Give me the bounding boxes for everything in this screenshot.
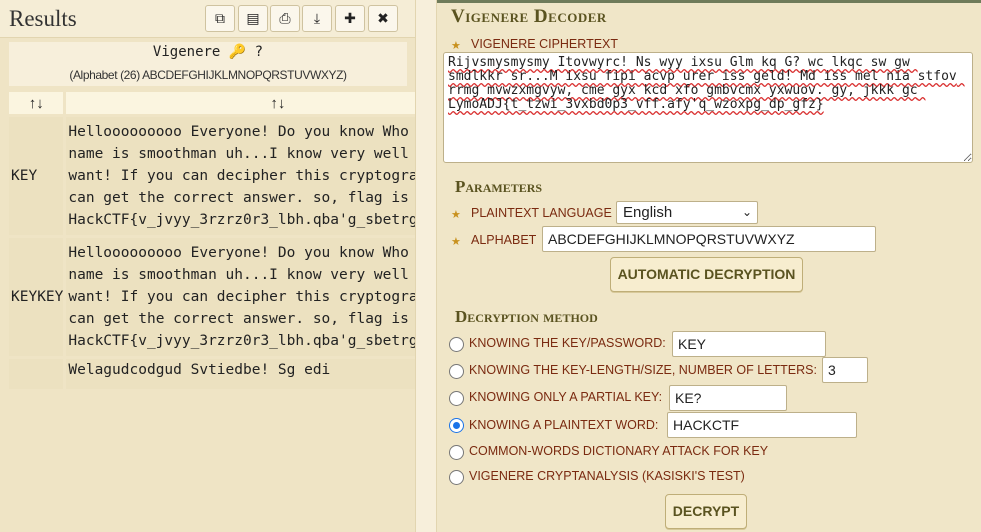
- method-partial-key-label: Knowing only a partial key:: [469, 390, 663, 404]
- method-partial-key-radio[interactable]: [449, 391, 464, 406]
- print-icon: ⎙: [279, 10, 291, 26]
- ciphertext-label: Vigenere ciphertext: [471, 37, 619, 51]
- results-header: Results ⧉ ▤ ⎙ ⤓ ✚ ✖: [0, 0, 415, 38]
- close-icon: ✖: [377, 10, 389, 26]
- pin-icon: ✚: [344, 10, 356, 26]
- result-key: KEY: [9, 117, 64, 235]
- automatic-decryption-button[interactable]: AUTOMATIC DECRYPTION: [610, 257, 803, 292]
- key-length-input[interactable]: 3: [822, 357, 868, 383]
- copy-button[interactable]: ⧉: [205, 5, 235, 32]
- method-key-label: Knowing the key/password:: [469, 336, 666, 350]
- method-plaintext-word-radio[interactable]: [449, 418, 464, 433]
- decoder-panel: Vigenere Decoder ★ Vigenere ciphertext R…: [437, 0, 981, 532]
- result-key: [9, 359, 64, 389]
- required-star-icon: ★: [451, 209, 461, 221]
- method-dictionary-radio[interactable]: [449, 445, 464, 460]
- archive-button[interactable]: ▤: [238, 5, 268, 32]
- method-key-length-radio[interactable]: [449, 364, 464, 379]
- language-value: English: [623, 204, 673, 221]
- plaintext-word-input[interactable]: HACKCTF: [667, 412, 857, 438]
- download-icon: ⤓: [313, 10, 321, 26]
- decryption-method-title: Decryption method: [455, 307, 598, 326]
- required-star-icon: ★: [451, 236, 461, 248]
- language-select[interactable]: English ⌄: [616, 201, 758, 224]
- top-strip: [437, 0, 981, 3]
- method-key-length-label: Knowing the key-length/size, number of l…: [469, 363, 817, 377]
- cipher-name: Vigenere 🔑 ?: [152, 44, 264, 60]
- pin-button[interactable]: ✚: [335, 5, 365, 32]
- decrypt-button[interactable]: DECRYPT: [665, 494, 747, 529]
- results-panel: Results ⧉ ▤ ⎙ ⤓ ✚ ✖ Vigenere 🔑 ? (Alphab…: [0, 0, 490, 532]
- close-button[interactable]: ✖: [368, 5, 398, 32]
- key-input[interactable]: KEY: [672, 331, 826, 357]
- sort-key-column[interactable]: ↑↓: [9, 92, 64, 114]
- copy-icon: ⧉: [215, 10, 225, 26]
- method-key-radio[interactable]: [449, 337, 464, 352]
- print-button[interactable]: ⎙: [270, 5, 300, 32]
- chevron-down-icon: ⌄: [741, 205, 752, 219]
- method-kasiski-label: Vigenere cryptanalysis (Kasiski's test): [469, 469, 745, 483]
- alphabet-info: (Alphabet (26) ABCDEFGHIJKLMNOPQRSTUVWXY…: [69, 68, 347, 82]
- cipher-info: Vigenere 🔑 ? (Alphabet (26) ABCDEFGHIJKL…: [9, 42, 407, 86]
- result-key: KEYKEY: [9, 238, 64, 356]
- method-kasiski-radio[interactable]: [449, 470, 464, 485]
- partial-key-input[interactable]: KE?: [669, 385, 787, 411]
- parameters-title: Parameters: [455, 177, 543, 196]
- download-button[interactable]: ⤓: [302, 5, 332, 32]
- alphabet-label: Alphabet: [471, 233, 537, 247]
- language-label: Plaintext language: [471, 206, 612, 220]
- method-dictionary-label: Common-words dictionary attack for key: [469, 444, 769, 458]
- ciphertext-input[interactable]: [443, 52, 973, 163]
- archive-icon: ▤: [246, 10, 260, 26]
- alphabet-input[interactable]: ABCDEFGHIJKLMNOPQRSTUVWXYZ: [542, 226, 876, 252]
- panel-divider[interactable]: [415, 0, 437, 532]
- method-plaintext-word-label: Knowing a plaintext word:: [469, 418, 659, 432]
- decoder-title: Vigenere Decoder: [451, 6, 607, 27]
- required-star-icon: ★: [451, 40, 461, 52]
- results-title: Results: [9, 6, 77, 31]
